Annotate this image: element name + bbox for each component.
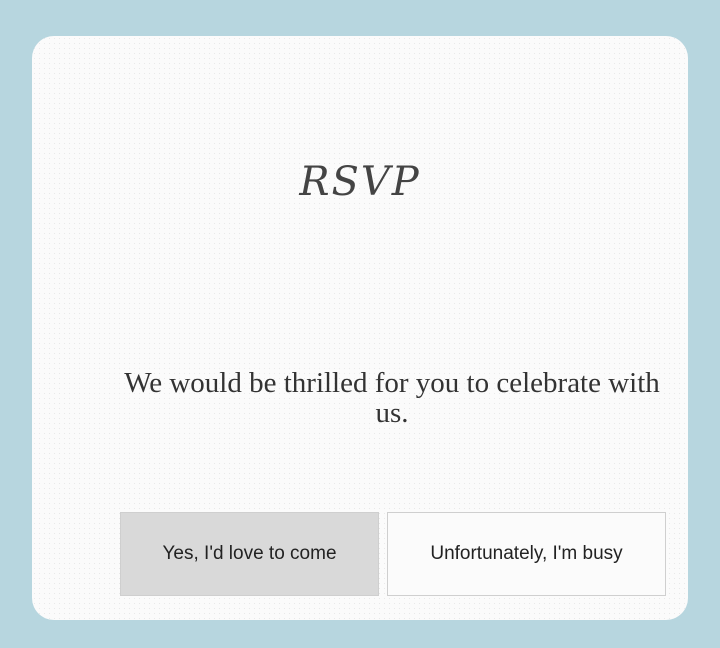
- rsvp-message: We would be thrilled for you to celebrat…: [124, 367, 660, 429]
- rsvp-button-group: Yes, I'd love to come Unfortunately, I'm…: [120, 512, 666, 596]
- decline-button[interactable]: Unfortunately, I'm busy: [387, 512, 666, 596]
- rsvp-title: RSVP: [299, 159, 421, 205]
- rsvp-card: RSVP We would be thrilled for you to cel…: [32, 36, 688, 620]
- accept-button[interactable]: Yes, I'd love to come: [120, 512, 379, 596]
